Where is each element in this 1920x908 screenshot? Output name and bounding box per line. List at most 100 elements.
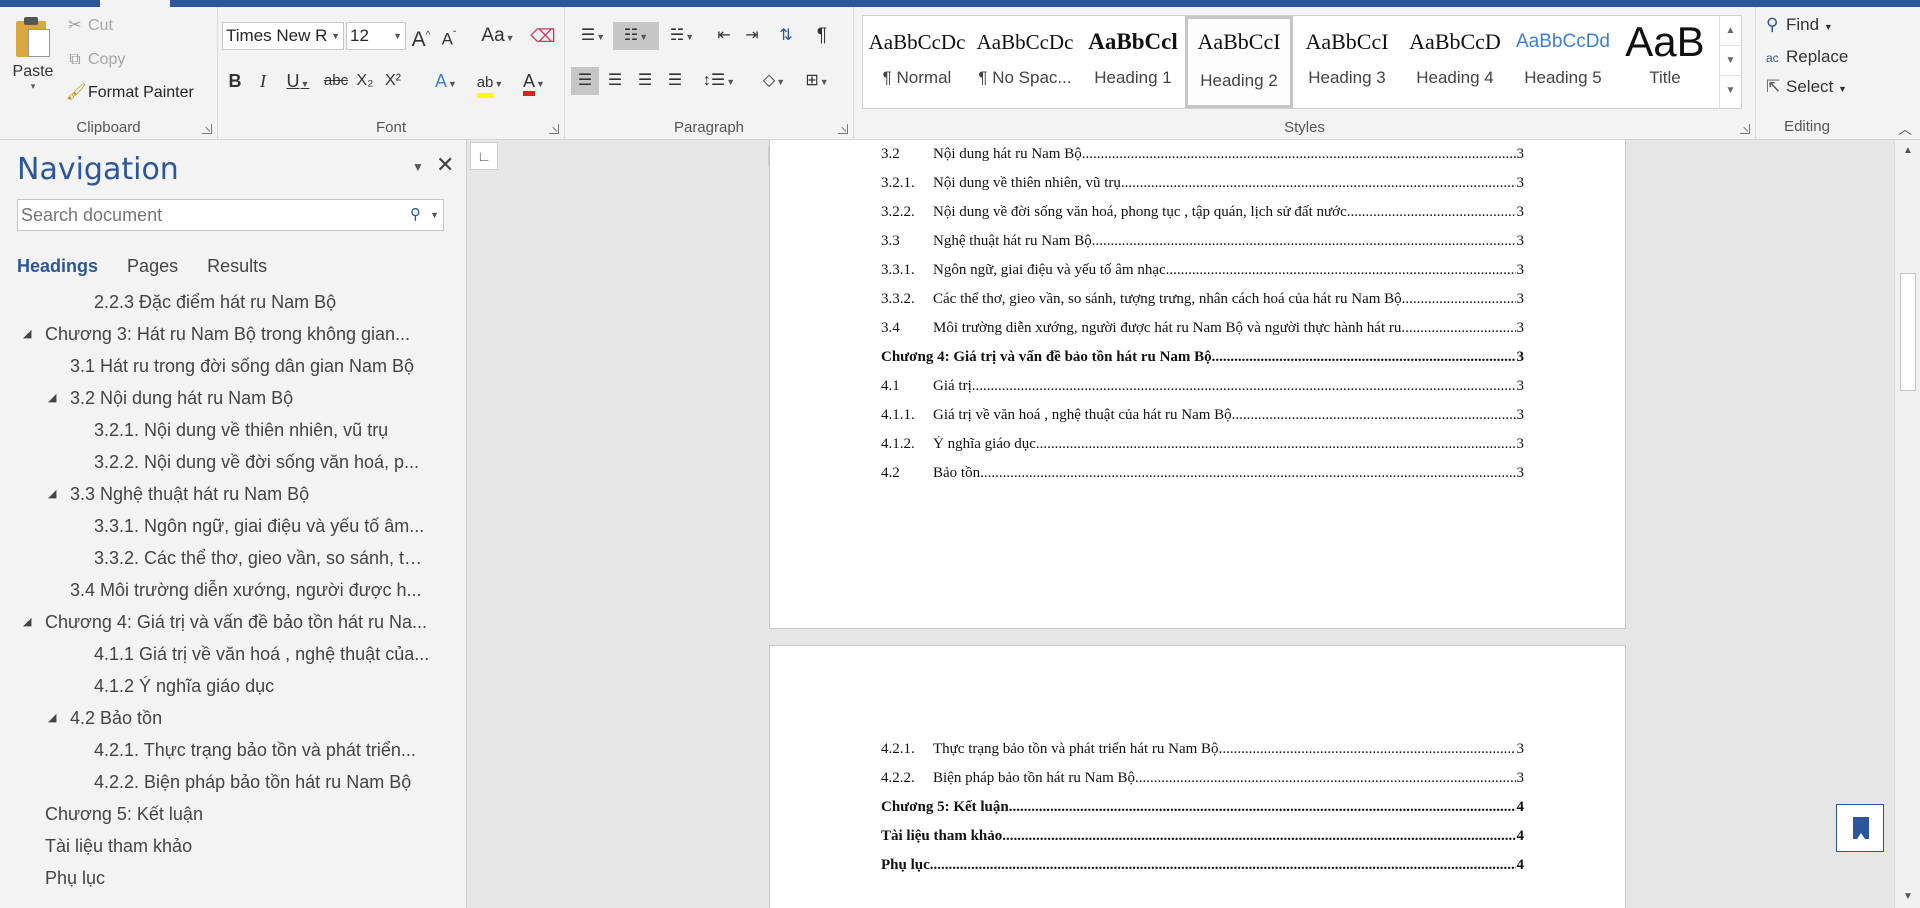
- heading-item[interactable]: 3.4 Môi trường diễn xướng, người được h.…: [0, 574, 430, 606]
- align-center-button[interactable]: ☰: [601, 67, 629, 95]
- format-painter-button[interactable]: 🖌 Format Painter: [66, 80, 194, 106]
- multilevel-list-button[interactable]: ☵▼: [661, 22, 703, 50]
- paste-button[interactable]: Paste ▾: [8, 15, 58, 109]
- vertical-scrollbar[interactable]: ▲ ▼: [1894, 140, 1920, 908]
- toc-entry[interactable]: 4.1 Giá trị 3: [881, 378, 1524, 398]
- bold-button[interactable]: B: [222, 67, 248, 95]
- change-case-button[interactable]: Aa▼: [476, 22, 520, 50]
- font-color-button[interactable]: A▼: [514, 67, 554, 96]
- toc-entry[interactable]: 3.4 Môi trường diễn xướng, người được hát…: [881, 320, 1524, 340]
- cut-button[interactable]: ✂ Cut: [66, 13, 113, 39]
- style-heading-4[interactable]: AaBbCcD Heading 4: [1401, 16, 1509, 108]
- tab-headings[interactable]: Headings: [17, 256, 98, 276]
- heading-item[interactable]: Phụ lục: [0, 862, 430, 894]
- heading-item[interactable]: 3.2.2. Nội dung về đời sống văn hoá, p..…: [0, 446, 430, 478]
- paste-dropdown-icon[interactable]: ▾: [8, 81, 58, 92]
- style-title[interactable]: AaB Title: [1615, 16, 1715, 108]
- select-button[interactable]: ⇱ Select ▼: [1766, 77, 1847, 97]
- document-page[interactable]: 4.2.1. Thực trạng bảo tồn và phát triển h…: [769, 645, 1626, 908]
- expand-collapse-icon[interactable]: ◢: [23, 318, 31, 350]
- gallery-scroll-down-icon[interactable]: ▼: [1720, 46, 1741, 76]
- toc-entry[interactable]: 3.2.1. Nội dung về thiên nhiên, vũ trụ 3: [881, 175, 1524, 195]
- toc-entry[interactable]: 4.1.1. Giá trị về văn hoá , nghệ thuật củ…: [881, 407, 1524, 427]
- toc-entry[interactable]: 4.1.2. Ý nghĩa giáo dục 3: [881, 436, 1524, 456]
- heading-item[interactable]: 4.2.1. Thực trạng bảo tồn và phát triển.…: [0, 734, 430, 766]
- heading-item[interactable]: ◢ 4.2 Bảo tồn: [0, 702, 430, 734]
- toc-entry[interactable]: 4.2.2. Biện pháp bảo tồn hát ru Nam Bộ 3: [881, 770, 1524, 790]
- toc-entry[interactable]: Chương 5: Kết luận 4: [881, 799, 1524, 819]
- borders-button[interactable]: ⊞▼: [797, 67, 837, 95]
- close-icon[interactable]: ✕: [436, 152, 454, 178]
- tab-stop-selector[interactable]: ∟: [470, 142, 498, 170]
- heading-item[interactable]: ◢ 3.3 Nghệ thuật hát ru Nam Bộ: [0, 478, 430, 510]
- style-heading-1[interactable]: AaBbCcl Heading 1: [1079, 16, 1187, 108]
- toc-entry[interactable]: 3.2.2. Nội dung về đời sống văn hoá, phon…: [881, 204, 1524, 224]
- heading-item[interactable]: 3.3.2. Các thể thơ, gieo vần, so sánh, t…: [0, 542, 430, 574]
- numbering-button[interactable]: ☷▼: [613, 22, 659, 50]
- font-name-combo[interactable]: Times New R ▼: [222, 22, 344, 50]
- align-left-button[interactable]: ☰: [571, 67, 599, 95]
- find-button[interactable]: ⚲ Find ▼: [1766, 15, 1833, 35]
- bullets-button[interactable]: ☰▼: [573, 22, 613, 50]
- font-dialog-launcher[interactable]: [549, 124, 559, 134]
- toc-entry[interactable]: 3.2 Nội dung hát ru Nam Bộ 3: [881, 146, 1524, 166]
- search-icon[interactable]: ⚲: [410, 205, 421, 223]
- toc-entry[interactable]: 4.2.1. Thực trạng bảo tồn và phát triển h…: [881, 741, 1524, 761]
- sort-button[interactable]: ⇅: [773, 22, 799, 50]
- document-page[interactable]: 3.2 Nội dung hát ru Nam Bộ 3 3.2.1. Nội dung…: [769, 140, 1626, 629]
- justify-button[interactable]: ☰: [661, 67, 689, 95]
- highlight-button[interactable]: ab▼: [470, 67, 510, 98]
- pane-options-icon[interactable]: ▼: [412, 160, 424, 174]
- clipboard-dialog-launcher[interactable]: [202, 124, 212, 134]
- toc-entry[interactable]: 3.3 Nghệ thuật hát ru Nam Bộ 3: [881, 233, 1524, 253]
- gallery-scroll-up-icon[interactable]: ▲: [1720, 16, 1741, 46]
- shrink-font-button[interactable]: Aˇ: [436, 22, 462, 50]
- heading-item[interactable]: 3.1 Hát ru trong đời sống dân gian Nam B…: [0, 350, 430, 382]
- heading-item[interactable]: ◢ Chương 4: Giá trị và vấn đề bảo tồn hát…: [0, 606, 430, 638]
- copy-button[interactable]: ⧉ Copy: [66, 47, 125, 73]
- increase-indent-button[interactable]: ⇥: [739, 22, 765, 50]
- toc-entry[interactable]: 3.3.2. Các thể thơ, gieo vần, so sánh, tư…: [881, 291, 1524, 311]
- grow-font-button[interactable]: A^: [408, 22, 434, 51]
- replace-button[interactable]: ac Replace: [1766, 47, 1848, 67]
- gallery-more-icon[interactable]: ▼: [1720, 76, 1741, 106]
- heading-item[interactable]: 4.2.2. Biện pháp bảo tồn hát ru Nam Bộ: [0, 766, 430, 798]
- style-no-spacing[interactable]: AaBbCcDc ¶ No Spac...: [971, 16, 1079, 108]
- paragraph-dialog-launcher[interactable]: [838, 124, 848, 134]
- tab-pages[interactable]: Pages: [127, 256, 178, 276]
- expand-collapse-icon[interactable]: ◢: [23, 606, 31, 638]
- expand-collapse-icon[interactable]: ◢: [48, 702, 56, 734]
- shading-button[interactable]: ◇▼: [755, 67, 793, 95]
- expand-collapse-icon[interactable]: ◢: [48, 382, 56, 414]
- text-effects-button[interactable]: A▼: [428, 67, 464, 95]
- search-input[interactable]: [18, 200, 398, 230]
- tab-results[interactable]: Results: [207, 256, 267, 276]
- clear-formatting-button[interactable]: ⌫: [530, 22, 556, 50]
- toc-entry[interactable]: Tài liệu tham khảo 4: [881, 828, 1524, 848]
- search-options-icon[interactable]: ▼: [430, 210, 439, 220]
- line-spacing-button[interactable]: ↕☰▼: [697, 67, 741, 95]
- toc-entry[interactable]: 4.2 Bảo tồn 3: [881, 465, 1524, 485]
- scroll-thumb[interactable]: [1900, 273, 1916, 391]
- decrease-indent-button[interactable]: ⇤: [711, 22, 737, 50]
- heading-item[interactable]: 4.1.1 Giá trị về văn hoá , nghệ thuật củ…: [0, 638, 430, 670]
- heading-item[interactable]: ◢ 3.2 Nội dung hát ru Nam Bộ: [0, 382, 430, 414]
- toc-entry[interactable]: Chương 4: Giá trị và vấn đề bảo tồn hát …: [881, 349, 1524, 369]
- italic-button[interactable]: I: [250, 67, 276, 95]
- toc-entry[interactable]: 3.3.1. Ngôn ngữ, giai điệu và yếu tố âm n…: [881, 262, 1524, 282]
- subscript-button[interactable]: X₂: [352, 67, 378, 95]
- heading-item[interactable]: 3.3.1. Ngôn ngữ, giai điệu và yếu tố âm.…: [0, 510, 430, 542]
- collapse-ribbon-icon[interactable]: ︿: [1898, 119, 1912, 139]
- heading-item[interactable]: ◢ Chương 3: Hát ru Nam Bộ trong không gia…: [0, 318, 430, 350]
- expand-collapse-icon[interactable]: ◢: [48, 478, 56, 510]
- heading-item[interactable]: 2.2.3 Đặc điểm hát ru Nam Bộ: [0, 286, 430, 318]
- style-heading-3[interactable]: AaBbCcI Heading 3: [1293, 16, 1401, 108]
- underline-button[interactable]: U▼: [278, 67, 318, 95]
- heading-item[interactable]: 3.2.1. Nội dung về thiên nhiên, vũ trụ: [0, 414, 430, 446]
- style-normal[interactable]: AaBbCcDc ¶ Normal: [863, 16, 971, 108]
- superscript-button[interactable]: X²: [380, 67, 406, 95]
- font-size-combo[interactable]: 12 ▼: [346, 22, 406, 50]
- heading-item[interactable]: Chương 5: Kết luận: [0, 798, 430, 830]
- show-formatting-button[interactable]: ¶: [809, 22, 835, 50]
- heading-item[interactable]: 4.1.2 Ý nghĩa giáo dục: [0, 670, 430, 702]
